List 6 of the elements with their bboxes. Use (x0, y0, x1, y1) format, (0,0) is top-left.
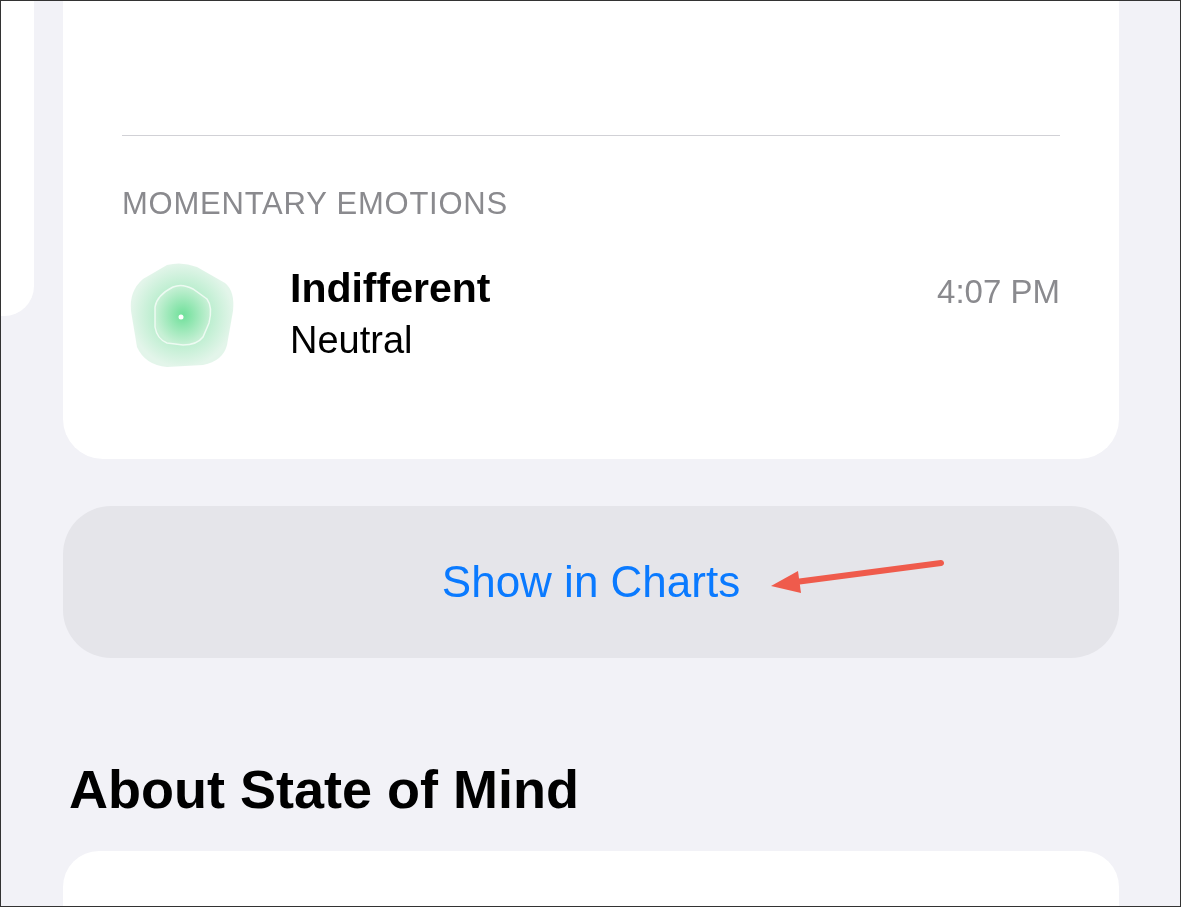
section-title: About State of Mind (69, 762, 580, 816)
section-heading: MOMENTARY EMOTIONS (122, 188, 509, 219)
show-in-charts-button[interactable]: Show in Charts (63, 506, 1119, 658)
entry-time: 4:07 PM (937, 275, 1060, 308)
valence-label: Neutral (290, 321, 414, 359)
emotion-label: Indifferent (290, 268, 492, 309)
